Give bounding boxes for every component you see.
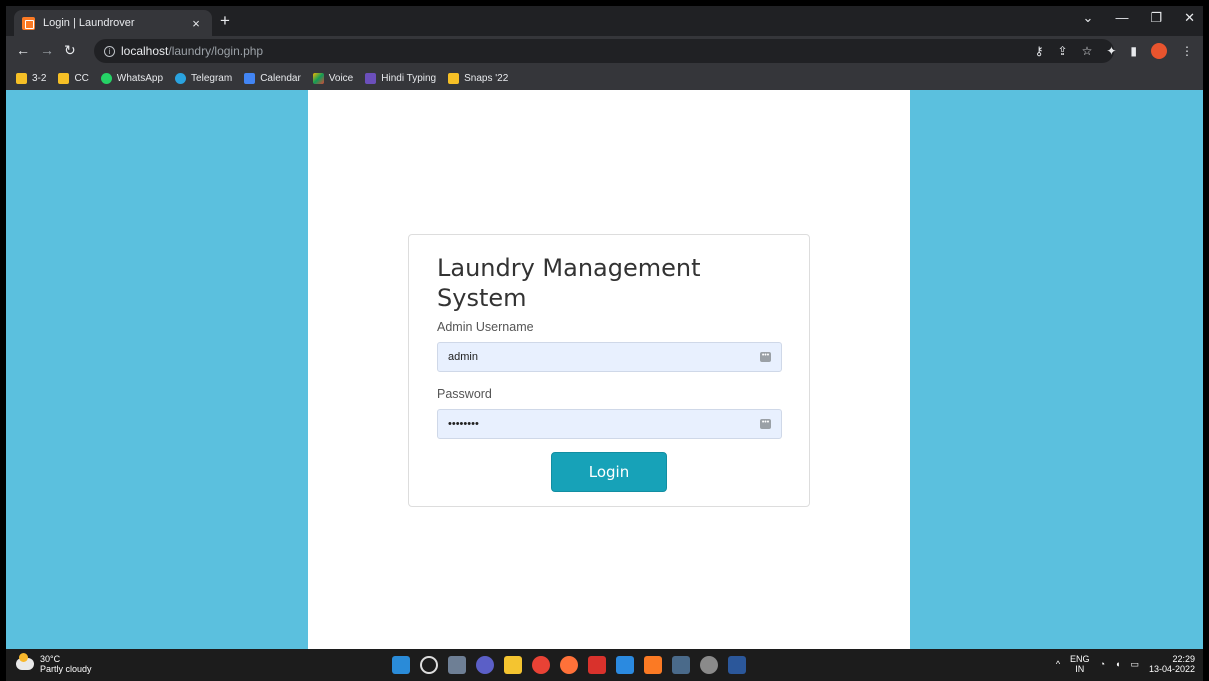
clock-date: 13-04-2022 xyxy=(1148,664,1195,674)
profile-avatar-icon[interactable] xyxy=(1151,43,1167,59)
settings-icon[interactable] xyxy=(700,656,718,674)
tab-search-icon[interactable]: ⌄ xyxy=(1083,10,1094,26)
voice-icon xyxy=(312,72,324,84)
share-icon[interactable]: ⇪ xyxy=(1058,44,1068,58)
password-manager-icon[interactable]: ••• xyxy=(760,352,771,362)
username-value: admin xyxy=(448,351,478,363)
bookmark-item[interactable]: Voice xyxy=(312,72,353,84)
close-tab-icon[interactable]: × xyxy=(188,16,204,31)
folder-icon xyxy=(58,72,70,84)
menu-icon[interactable]: ⋮ xyxy=(1181,44,1193,58)
username-label: Admin Username xyxy=(437,320,534,334)
bookmark-star-icon[interactable]: ☆ xyxy=(1082,44,1093,58)
bookmark-item[interactable]: Calendar xyxy=(244,72,301,84)
login-card: Laundry Management System Admin Username… xyxy=(408,234,810,507)
password-field[interactable]: •••••••• ••• xyxy=(437,409,782,439)
word-icon[interactable] xyxy=(728,656,746,674)
taskbar: 30°C Partly cloudy ^ ENG IN ◔ ◖ ▭ 22:29 … xyxy=(6,649,1203,681)
tab-strip: Login | Laundrover × + ⌄ — ❐ ✕ xyxy=(6,6,1203,36)
close-window-icon[interactable]: ✕ xyxy=(1184,10,1195,26)
page-background: Laundry Management System Admin Username… xyxy=(6,90,1203,649)
restore-icon[interactable]: ❐ xyxy=(1150,10,1162,26)
password-value: •••••••• xyxy=(448,418,479,430)
taskbar-apps xyxy=(392,656,746,674)
forward-icon[interactable]: → xyxy=(40,42,54,58)
site-info-icon[interactable]: i xyxy=(104,45,115,57)
browser-tab[interactable]: Login | Laundrover × xyxy=(14,10,212,36)
start-icon[interactable] xyxy=(392,656,410,674)
temperature: 30°C xyxy=(40,654,61,664)
content-column: Laundry Management System Admin Username… xyxy=(308,90,910,649)
wifi-icon[interactable]: ◔ xyxy=(1100,659,1105,669)
reload-icon[interactable]: ↻ xyxy=(64,42,76,59)
screen: Login | Laundrover × + ⌄ — ❐ ✕ ← → ↻ i l… xyxy=(0,0,1209,681)
whatsapp-icon xyxy=(100,72,112,84)
chrome-icon[interactable] xyxy=(532,656,550,674)
search-icon[interactable] xyxy=(420,656,438,674)
weather-widget[interactable]: 30°C Partly cloudy xyxy=(16,653,92,674)
folder-icon xyxy=(16,72,27,84)
acrobat-icon[interactable] xyxy=(588,656,606,674)
vscode-icon[interactable] xyxy=(616,656,634,674)
xampp-icon[interactable] xyxy=(644,656,662,674)
teams-chat-icon[interactable] xyxy=(476,656,494,674)
window-controls: ⌄ — ❐ ✕ xyxy=(1083,10,1195,26)
clock[interactable]: 22:29 13-04-2022 xyxy=(1149,654,1195,674)
page-title: Laundry Management System xyxy=(437,254,701,312)
bookmark-item[interactable]: CC xyxy=(58,72,89,84)
volume-icon[interactable]: ◖ xyxy=(1115,659,1120,669)
bookmarks-bar: 3-2 CC WhatsApp Telegram Calendar Voice … xyxy=(6,66,1203,90)
task-view-icon[interactable] xyxy=(448,656,466,674)
weather-condition: Partly cloudy xyxy=(40,664,92,674)
calendar-icon xyxy=(244,72,256,84)
browser-toolbar: ← → ↻ i localhost /laundry/login.php ⚷ ⇪… xyxy=(6,36,1203,66)
password-label: Password xyxy=(437,387,492,401)
bookmark-item[interactable]: Hindi Typing xyxy=(365,72,436,84)
username-field[interactable]: admin ••• xyxy=(437,342,782,372)
firefox-icon[interactable] xyxy=(560,656,578,674)
extensions-icon[interactable]: ✦ xyxy=(1106,44,1116,58)
url-host: localhost xyxy=(121,44,169,58)
minimize-icon[interactable]: — xyxy=(1115,10,1128,26)
chevron-up-icon[interactable]: ^ xyxy=(1056,659,1060,669)
key-icon[interactable]: ⚷ xyxy=(1035,44,1044,58)
xampp-favicon-icon xyxy=(22,16,35,30)
telegram-icon xyxy=(175,72,187,84)
folder-icon xyxy=(448,72,460,84)
language-indicator[interactable]: ENG IN xyxy=(1070,654,1090,674)
partly-cloudy-icon xyxy=(16,653,34,670)
new-tab-button[interactable]: + xyxy=(220,12,230,30)
toolbar-icons: ⚷ ⇪ ☆ ✦ ▮ ⋮ xyxy=(1035,43,1193,59)
bookmark-item[interactable]: Snaps '22 xyxy=(448,72,508,84)
login-button[interactable]: Login xyxy=(551,452,667,492)
file-explorer-icon[interactable] xyxy=(504,656,522,674)
bookmark-item[interactable]: WhatsApp xyxy=(100,72,163,84)
bookmark-item[interactable]: Telegram xyxy=(175,72,232,84)
back-icon[interactable]: ← xyxy=(16,42,30,58)
tab-title: Login | Laundrover xyxy=(43,17,135,29)
hindi-typing-icon xyxy=(365,72,377,84)
snipping-tool-icon[interactable] xyxy=(672,656,690,674)
url-path: /laundry/login.php xyxy=(168,44,264,58)
clock-time: 22:29 xyxy=(1172,654,1195,664)
battery-icon[interactable]: ▭ xyxy=(1130,659,1139,670)
bookmark-item[interactable]: 3-2 xyxy=(16,72,46,84)
password-manager-icon[interactable]: ••• xyxy=(760,419,771,429)
address-bar[interactable]: i localhost /laundry/login.php xyxy=(94,39,1114,63)
side-panel-icon[interactable]: ▮ xyxy=(1130,44,1137,58)
system-tray: ^ ENG IN ◔ ◖ ▭ 22:29 13-04-2022 xyxy=(1056,654,1195,674)
